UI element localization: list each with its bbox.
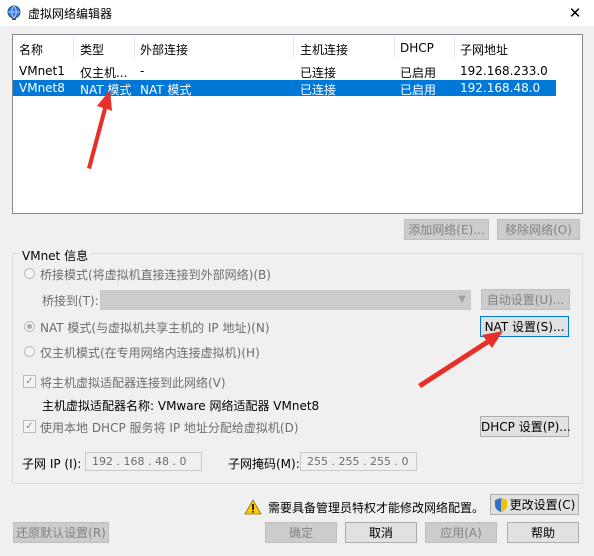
col-name[interactable]: 名称 <box>19 41 43 58</box>
bridge-to-label: 桥接到(T): <box>42 294 99 308</box>
help-button[interactable]: 帮助 <box>507 522 579 543</box>
subnet-ip-input[interactable]: 192 . 168 . 48 . 0 <box>85 452 202 471</box>
chevron-down-icon: ▼ <box>458 294 466 305</box>
nat-mode-radio[interactable] <box>24 321 35 332</box>
cancel-button[interactable]: 取消 <box>345 522 417 543</box>
network-list[interactable]: 名称 类型 外部连接 主机连接 DHCP 子网地址 VMnet1 仅主机... … <box>12 34 583 214</box>
remove-network-button[interactable]: 移除网络(O) <box>497 219 580 240</box>
col-subnet[interactable]: 子网地址 <box>460 41 508 58</box>
bridge-to-select[interactable]: ▼ <box>100 290 471 310</box>
close-icon[interactable]: ✕ <box>564 2 586 24</box>
col-type[interactable]: 类型 <box>80 41 104 58</box>
use-dhcp-label: 使用本地 DHCP 服务将 IP 地址分配给虚拟机(D) <box>40 421 299 435</box>
shield-icon <box>495 498 507 512</box>
vmnet-info-label: VMnet 信息 <box>20 247 91 264</box>
connect-adapter-checkbox[interactable]: ✓ <box>23 375 36 388</box>
adapter-name-text: 主机虚拟适配器名称: VMware 网络适配器 VMnet8 <box>42 399 320 413</box>
network-globe-icon <box>7 5 21 20</box>
admin-notice-text: 需要具备管理员特权才能修改网络配置。 <box>268 501 485 515</box>
col-dhcp[interactable]: DHCP <box>400 41 434 55</box>
subnet-mask-input[interactable]: 255 . 255 . 255 . 0 <box>300 452 417 471</box>
ok-button[interactable]: 确定 <box>265 522 337 543</box>
bridged-mode-label: 桥接模式(将虚拟机直接连接到外部网络)(B) <box>40 268 271 282</box>
col-external[interactable]: 外部连接 <box>140 41 188 58</box>
host-only-label: 仅主机模式(在专用网络内连接虚拟机)(H) <box>40 346 260 360</box>
vmnet-info-group <box>12 253 583 484</box>
use-dhcp-checkbox[interactable]: ✓ <box>23 420 36 433</box>
add-network-button[interactable]: 添加网络(E)... <box>404 219 489 240</box>
bridged-mode-radio[interactable] <box>24 268 35 279</box>
apply-button[interactable]: 应用(A) <box>425 522 497 543</box>
nat-settings-button[interactable]: NAT 设置(S)... <box>480 316 569 337</box>
warning-icon <box>244 499 262 515</box>
subnet-ip-label: 子网 IP (I): <box>22 457 82 471</box>
connect-adapter-label: 将主机虚拟适配器连接到此网络(V) <box>40 376 226 390</box>
nat-mode-label: NAT 模式(与虚拟机共享主机的 IP 地址)(N) <box>40 321 270 335</box>
title-bar: 虚拟网络编辑器 ✕ <box>0 0 594 26</box>
list-header: 名称 类型 外部连接 主机连接 DHCP 子网地址 <box>13 35 582 59</box>
subnet-mask-label: 子网掩码(M): <box>228 457 300 471</box>
restore-defaults-button[interactable]: 还原默认设置(R) <box>13 522 109 543</box>
window-title: 虚拟网络编辑器 <box>28 7 113 21</box>
host-only-radio[interactable] <box>24 346 35 357</box>
auto-settings-button[interactable]: 自动设置(U)... <box>481 289 570 310</box>
col-host[interactable]: 主机连接 <box>300 41 348 58</box>
dhcp-settings-button[interactable]: DHCP 设置(P)... <box>480 416 571 437</box>
table-row[interactable]: VMnet1 仅主机... - 已连接 已启用 192.168.233.0 <box>13 63 556 80</box>
table-row-selected[interactable]: VMnet8 NAT 模式 NAT 模式 已连接 已启用 192.168.48.… <box>13 80 556 97</box>
